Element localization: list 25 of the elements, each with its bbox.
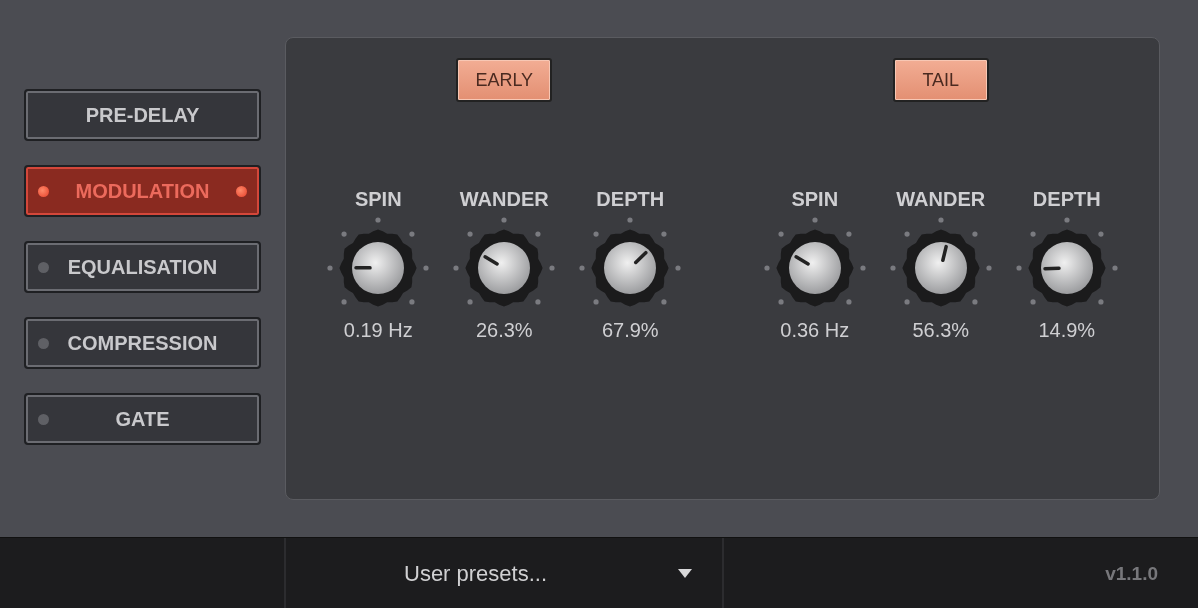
knob-value: 14.9% [1038,319,1096,342]
knob-label: SPIN [354,188,402,211]
section-tab[interactable]: PRE-DELAY [24,89,261,141]
knob-label: DEPTH [596,188,665,211]
led-indicator [38,413,49,425]
section-tab[interactable]: EQUALISATION [24,241,261,293]
section-tab[interactable]: COMPRESSION [24,317,261,369]
version-label: v1.1.0 [1105,562,1158,585]
knob-value: 56.3% [912,319,970,342]
knob-label: WANDER [896,188,986,211]
led-indicator [38,337,49,349]
knob-value: 0.19 Hz [343,319,413,342]
knob-label: WANDER [459,188,549,211]
toggle-button[interactable]: TAIL [892,58,989,102]
section-tab[interactable]: GATE [24,393,261,445]
knob-value: 67.9% [601,319,659,342]
knob-value: 26.3% [475,319,533,342]
led-indicator [38,185,49,197]
knob-value: 0.36 Hz [780,319,850,342]
knob-label: SPIN [791,188,839,211]
led-indicator [38,261,49,273]
caret-icon [678,569,692,578]
toggle-button[interactable]: EARLY [456,58,553,102]
led-indicator [236,185,247,197]
knob-label: DEPTH [1032,188,1101,211]
